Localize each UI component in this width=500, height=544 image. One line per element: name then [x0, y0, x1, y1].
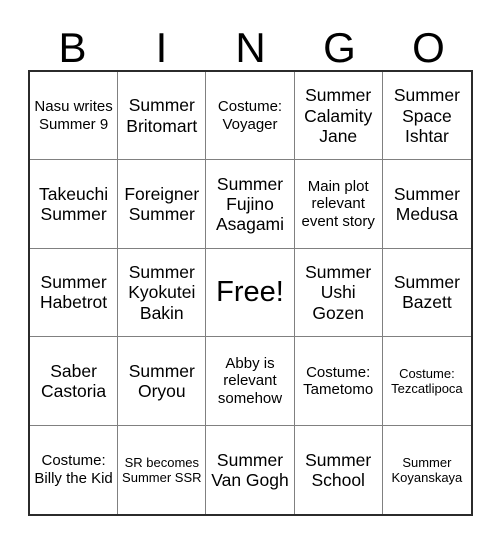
bingo-cell-label: Saber Castoria [41, 360, 107, 401]
bingo-cell-o4[interactable]: Costume: Tezcatlipoca [382, 337, 471, 426]
bingo-cell-label: Abby is relevant somehow [217, 354, 283, 407]
bingo-cell-label: Summer Bazett [393, 272, 460, 313]
bingo-cell-o1[interactable]: Summer Space Ishtar [382, 72, 471, 161]
bingo-cell-label: Summer Space Ishtar [393, 85, 460, 146]
bingo-cell-label: Summer Calamity Jane [304, 85, 373, 146]
bingo-cell-g1[interactable]: Summer Calamity Jane [294, 72, 383, 161]
bingo-cell-i5[interactable]: SR becomes Summer SSR [118, 425, 207, 514]
bingo-grid: Nasu writes Summer 9 Summer Britomart Co… [28, 70, 473, 516]
bingo-cell-i4[interactable]: Summer Oryou [118, 337, 207, 426]
bingo-cell-label: Foreigner Summer [124, 183, 200, 225]
bingo-cell-b3[interactable]: Summer Habetrot [30, 248, 119, 338]
bingo-cell-b4[interactable]: Saber Castoria [30, 337, 119, 426]
bingo-cell-label: Summer Fujino Asagami [215, 173, 285, 235]
bingo-header-letter-o: O [412, 24, 445, 71]
bingo-cell-label: Summer Ushi Gozen [305, 262, 372, 323]
bingo-cell-label: Costume: Voyager [217, 98, 283, 133]
bingo-card: B I N G O Nasu writes Summer 9 Summer Br… [0, 0, 500, 544]
bingo-cell-i3[interactable]: Summer Kyokutei Bakin [118, 248, 207, 338]
bingo-cell-label: Summer Van Gogh [211, 449, 289, 490]
bingo-cell-g4[interactable]: Costume: Tametomo [294, 337, 383, 426]
bingo-cell-g5[interactable]: Summer School [294, 425, 383, 514]
bingo-cell-label: Summer Oryou [128, 360, 195, 401]
bingo-cell-label: Summer School [305, 449, 372, 490]
bingo-header-letter-n: N [235, 24, 266, 71]
bingo-cell-label: Summer Kyokutei Bakin [128, 262, 196, 323]
bingo-cell-label: Nasu writes Summer 9 [34, 98, 113, 133]
bingo-cell-i1[interactable]: Summer Britomart [118, 72, 207, 161]
bingo-cell-n5[interactable]: Summer Van Gogh [206, 425, 295, 514]
bingo-cell-label: Costume: Tametomo [303, 363, 374, 398]
bingo-cell-label: Costume: Billy the Kid [34, 452, 113, 487]
bingo-cell-o3[interactable]: Summer Bazett [382, 248, 471, 338]
bingo-cell-n2[interactable]: Summer Fujino Asagami [206, 160, 295, 249]
bingo-cell-label: Main plot relevant event story [301, 178, 375, 230]
bingo-cell-b1[interactable]: Nasu writes Summer 9 [30, 72, 119, 161]
bingo-cell-o2[interactable]: Summer Medusa [382, 160, 471, 249]
bingo-header-letter-g: G [323, 24, 356, 71]
bingo-cell-n4[interactable]: Abby is relevant somehow [206, 337, 295, 426]
bingo-cell-label: SR becomes Summer SSR [122, 454, 202, 485]
bingo-header-letter-i: I [155, 24, 168, 71]
bingo-header-letter-b: B [58, 24, 87, 71]
bingo-cell-label: Takeuchi Summer [39, 183, 109, 225]
bingo-cell-b5[interactable]: Costume: Billy the Kid [30, 425, 119, 514]
bingo-cell-o5[interactable]: Summer Koyanskaya [382, 425, 471, 514]
bingo-header-row: B I N G O [28, 14, 473, 70]
bingo-free-space-label: Free! [216, 276, 284, 309]
bingo-cell-n1[interactable]: Costume: Voyager [206, 72, 295, 161]
bingo-cell-b2[interactable]: Takeuchi Summer [30, 160, 119, 249]
bingo-cell-label: Summer Koyanskaya [391, 454, 463, 485]
bingo-cell-label: Summer Habetrot [40, 272, 108, 313]
bingo-cell-i2[interactable]: Foreigner Summer [118, 160, 207, 249]
bingo-cell-g3[interactable]: Summer Ushi Gozen [294, 248, 383, 338]
bingo-cell-label: Summer Medusa [393, 183, 460, 225]
bingo-cell-label: Summer Britomart [126, 95, 198, 136]
bingo-cell-free-space[interactable]: Free! [206, 248, 295, 338]
bingo-cell-g2[interactable]: Main plot relevant event story [294, 160, 383, 249]
bingo-cell-label: Costume: Tezcatlipoca [391, 365, 463, 396]
